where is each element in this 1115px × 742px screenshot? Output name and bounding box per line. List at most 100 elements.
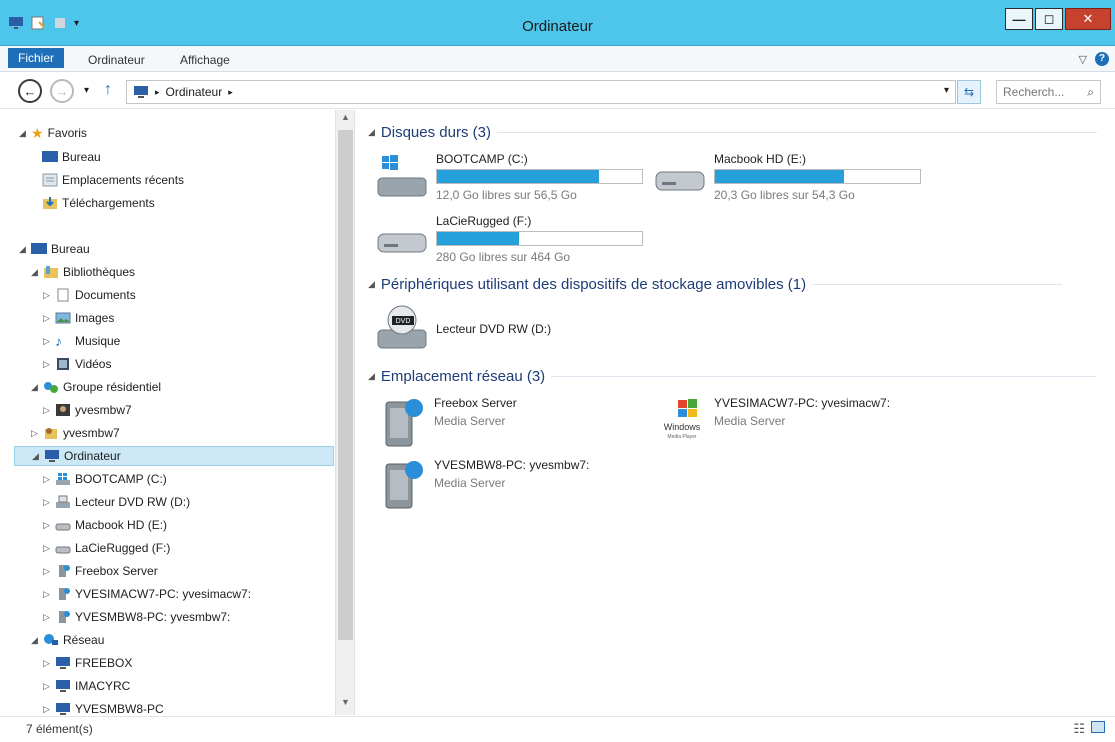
tree-item-yvesmbw8[interactable]: ▷ YVESMBW8-PC: yvesmbw7: bbox=[42, 607, 230, 627]
tree-item-ordinateur[interactable]: ◢ Ordinateur bbox=[14, 446, 334, 466]
tree-item-videos[interactable]: ▷ Vidéos bbox=[42, 354, 111, 374]
tree-item-libraries[interactable]: ◢ Bibliothèques bbox=[30, 262, 135, 282]
media-server-icon bbox=[59, 588, 70, 600]
maximize-button[interactable]: ◻ bbox=[1035, 8, 1063, 30]
minimize-button[interactable]: — bbox=[1005, 8, 1033, 30]
media-server-icon bbox=[59, 611, 70, 623]
tree-item-label: Favoris bbox=[47, 126, 87, 140]
help-icon[interactable]: ? bbox=[1095, 52, 1109, 66]
collapse-icon[interactable]: ◢ bbox=[368, 279, 375, 290]
tree-item-lacie[interactable]: ▷ LaCieRugged (F:) bbox=[42, 538, 170, 558]
expand-icon[interactable]: ▷ bbox=[42, 290, 51, 301]
group-header-hard-drives[interactable]: ◢ Disques durs (3) bbox=[368, 124, 1097, 141]
drive-tile-macbook[interactable]: Macbook HD (E:) 20,3 Go libres sur 54,3 … bbox=[654, 152, 921, 202]
tree-item-label: Bibliothèques bbox=[63, 265, 136, 279]
windows-media-player-icon: Windows Media Player bbox=[664, 399, 701, 440]
expand-icon[interactable]: ▷ bbox=[42, 474, 51, 485]
close-button[interactable]: ✕ bbox=[1065, 8, 1111, 30]
collapse-icon[interactable]: ◢ bbox=[30, 635, 39, 646]
tree-item-favoris[interactable]: ◢ ★ Favoris bbox=[18, 123, 87, 143]
search-input[interactable]: Recherch... ⌕ bbox=[996, 80, 1101, 104]
tab-affichage[interactable]: Affichage bbox=[170, 50, 240, 70]
svg-text:Windows: Windows bbox=[664, 422, 701, 432]
svg-text:DVD: DVD bbox=[396, 318, 411, 325]
expand-icon[interactable]: ▷ bbox=[42, 589, 51, 600]
tree-item-imacyrc[interactable]: ▷ IMACYRC bbox=[42, 676, 130, 696]
tree-item-label: Lecteur DVD RW (D:) bbox=[75, 495, 191, 509]
expand-icon[interactable]: ▷ bbox=[42, 704, 51, 715]
collapse-icon[interactable]: ◢ bbox=[18, 128, 27, 139]
tree-item-freebox-server[interactable]: ▷ Freebox Server bbox=[42, 561, 158, 581]
drive-tile-bootcamp[interactable]: BOOTCAMP (C:) 12,0 Go libres sur 56,5 Go bbox=[376, 152, 643, 202]
breadcrumb-separator-icon[interactable]: ▸ bbox=[228, 87, 233, 98]
up-arrow-icon[interactable]: ↑ bbox=[104, 81, 112, 99]
tree-item-bootcamp[interactable]: ▷ BOOTCAMP (C:) bbox=[42, 469, 167, 489]
tree-item-user[interactable]: ▷ yvesmbw7 bbox=[42, 400, 132, 420]
expand-icon[interactable]: ▷ bbox=[42, 497, 51, 508]
drive-tile-dvd[interactable]: DVD Lecteur DVD RW (D:) bbox=[376, 304, 551, 352]
group-header-removable[interactable]: ◢ Périphériques utilisant des dispositif… bbox=[368, 276, 1063, 293]
network-tile-freebox[interactable]: Freebox Server Media Server bbox=[378, 396, 517, 448]
collapse-icon[interactable]: ◢ bbox=[18, 244, 27, 255]
tree-item-documents[interactable]: ▷ Documents bbox=[42, 285, 136, 305]
capacity-fill bbox=[715, 170, 845, 183]
capacity-bar bbox=[436, 231, 643, 246]
breadcrumb[interactable]: Ordinateur bbox=[166, 85, 223, 99]
network-tile-yvesmbw8[interactable]: YVESMBW8-PC: yvesmbw7: Media Server bbox=[378, 458, 589, 510]
tree-item-bureau[interactable]: ◢ Bureau bbox=[18, 239, 90, 259]
expand-icon[interactable]: ▷ bbox=[42, 405, 51, 416]
tree-item-downloads[interactable]: Téléchargements bbox=[42, 193, 155, 213]
expand-icon[interactable]: ▷ bbox=[30, 428, 39, 439]
nav-scrollbar[interactable]: ▲ ▼ bbox=[335, 110, 354, 715]
expand-icon[interactable]: ▷ bbox=[42, 566, 51, 577]
tree-item-music[interactable]: ▷ ♪ Musique bbox=[42, 331, 120, 351]
address-dropdown-icon[interactable]: ▾ bbox=[944, 85, 949, 96]
forward-button[interactable]: → bbox=[50, 79, 74, 103]
scroll-thumb[interactable] bbox=[338, 130, 353, 640]
network-tile-yvesimacw7[interactable]: Windows Media Player YVESIMACW7-PC: yves… bbox=[658, 396, 890, 448]
tab-fichier[interactable]: Fichier bbox=[8, 48, 65, 68]
refresh-button[interactable]: ⇆ bbox=[957, 80, 981, 104]
tree-item-recent[interactable]: Emplacements récents bbox=[42, 170, 184, 190]
collapse-icon[interactable]: ◢ bbox=[368, 127, 375, 138]
tree-item-homegroup[interactable]: ◢ Groupe résidentiel bbox=[30, 377, 161, 397]
tree-item-label: Documents bbox=[75, 288, 136, 302]
expand-icon[interactable]: ▷ bbox=[42, 543, 51, 554]
expand-ribbon-icon[interactable]: ▽ bbox=[1079, 53, 1087, 66]
tree-item-yvesimacw7[interactable]: ▷ YVESIMACW7-PC: yvesimacw7: bbox=[42, 584, 251, 604]
expand-icon[interactable]: ▷ bbox=[42, 658, 51, 669]
tree-item-network[interactable]: ◢ Réseau bbox=[30, 630, 104, 650]
drive-free-space: 20,3 Go libres sur 54,3 Go bbox=[714, 188, 855, 202]
divider bbox=[812, 284, 1063, 285]
tree-item-bureau-fav[interactable]: Bureau bbox=[42, 147, 101, 167]
tree-item-freebox[interactable]: ▷ FREEBOX bbox=[42, 653, 132, 673]
expand-icon[interactable]: ▷ bbox=[42, 313, 51, 324]
group-header-network[interactable]: ◢ Emplacement réseau (3) bbox=[368, 368, 1097, 385]
tree-item-images[interactable]: ▷ Images bbox=[42, 308, 114, 328]
tree-item-macbook-hd[interactable]: ▷ Macbook HD (E:) bbox=[42, 515, 167, 535]
expand-icon[interactable]: ▷ bbox=[42, 336, 51, 347]
tree-item-user-folder[interactable]: ▷ yvesmbw7 bbox=[30, 423, 120, 443]
expand-icon[interactable]: ▷ bbox=[42, 359, 51, 370]
back-button[interactable]: ← bbox=[18, 79, 42, 103]
tab-ordinateur[interactable]: Ordinateur bbox=[78, 50, 155, 70]
tree-item-dvd[interactable]: ▷ Lecteur DVD RW (D:) bbox=[42, 492, 190, 512]
expand-icon[interactable]: ▷ bbox=[42, 681, 51, 692]
large-icons-view-icon[interactable] bbox=[1091, 721, 1105, 733]
collapse-icon[interactable]: ◢ bbox=[30, 267, 39, 278]
media-server-icon bbox=[59, 565, 70, 577]
expand-icon[interactable]: ▷ bbox=[42, 612, 51, 623]
scroll-down-icon[interactable]: ▼ bbox=[338, 697, 353, 713]
expand-icon[interactable]: ▷ bbox=[42, 520, 51, 531]
downloads-icon bbox=[43, 197, 57, 209]
tree-item-label: Bureau bbox=[51, 242, 90, 256]
address-bar[interactable]: ▸ Ordinateur ▸ ▾ bbox=[126, 80, 956, 104]
drive-tile-lacie[interactable]: LaCieRugged (F:) 280 Go libres sur 464 G… bbox=[376, 214, 643, 264]
breadcrumb-separator-icon[interactable]: ▸ bbox=[155, 87, 160, 98]
scroll-up-icon[interactable]: ▲ bbox=[338, 112, 353, 128]
collapse-icon[interactable]: ◢ bbox=[30, 382, 39, 393]
details-view-icon[interactable]: ☷ bbox=[1073, 721, 1085, 737]
recent-locations-icon[interactable]: ▾ bbox=[84, 85, 89, 96]
collapse-icon[interactable]: ◢ bbox=[31, 451, 40, 462]
collapse-icon[interactable]: ◢ bbox=[368, 371, 375, 382]
